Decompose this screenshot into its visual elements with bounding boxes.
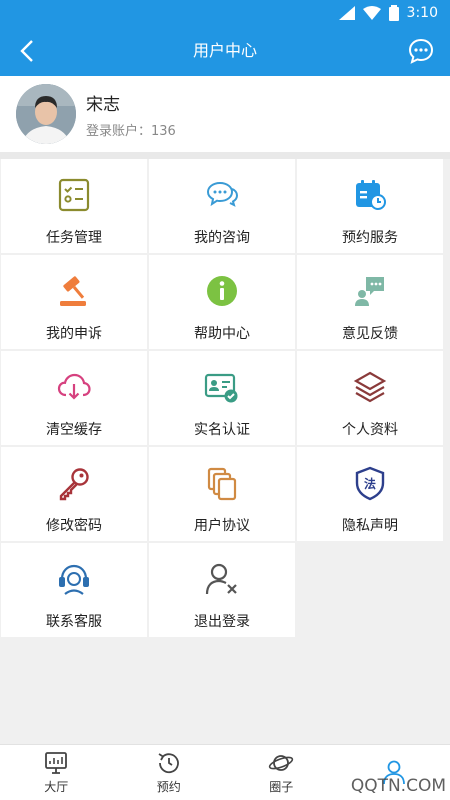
id-card-check-icon	[204, 373, 238, 403]
planet-icon	[269, 755, 294, 771]
user-account: 登录账户：136	[86, 124, 176, 139]
menu-item-privacy-statement[interactable]: 法 隐私声明	[297, 447, 443, 541]
gavel-icon	[60, 276, 86, 306]
menu-item-label: 联系客服	[46, 614, 102, 630]
menu-item-change-password[interactable]: 修改密码	[1, 447, 147, 541]
menu-item-label: 意见反馈	[342, 326, 398, 342]
tab-circle[interactable]: 圈子	[225, 745, 338, 800]
menu-item-label: 清空缓存	[46, 422, 102, 438]
menu-item-feedback[interactable]: 意见反馈	[297, 255, 443, 349]
menu-item-label: 修改密码	[46, 518, 102, 534]
app-bar: 用户中心	[0, 26, 450, 76]
wifi-icon	[362, 6, 381, 20]
status-time: 3:10	[406, 5, 438, 21]
tab-reservation[interactable]: 预约	[113, 745, 226, 800]
battery-icon	[388, 5, 399, 21]
chat-bubble-icon[interactable]	[408, 38, 434, 64]
page-title: 用户中心	[192, 41, 257, 60]
menu-item-label: 隐私声明	[342, 518, 398, 534]
menu-item-contact-service[interactable]: 联系客服	[1, 543, 147, 637]
menu-item-label: 实名认证	[194, 422, 250, 438]
tab-label: 圈子	[269, 780, 294, 794]
menu-item-label: 帮助中心	[194, 326, 250, 342]
tab-hall[interactable]: 大厅	[0, 745, 113, 800]
menu-grid: 任务管理 我的咨询 预约服务 我的申诉 帮助中心 意见反馈 清空缓存 实名认证 …	[0, 159, 450, 637]
menu-item-label: 个人资料	[342, 422, 398, 438]
chat-bubbles-icon	[206, 181, 239, 207]
menu-item-help-center[interactable]: 帮助中心	[149, 255, 295, 349]
task-list-icon	[58, 178, 90, 212]
menu-item-label: 退出登录	[194, 614, 250, 630]
user-name: 宋志	[86, 95, 120, 115]
svg-text:法: 法	[364, 476, 376, 491]
menu-item-label: 我的咨询	[194, 230, 250, 246]
user-logout-icon	[205, 563, 237, 595]
menu-item-label: 用户协议	[194, 518, 250, 534]
menu-item-user-agreement[interactable]: 用户协议	[149, 447, 295, 541]
menu-item-label: 我的申诉	[46, 326, 102, 342]
menu-item-task-management[interactable]: 任务管理	[1, 159, 147, 253]
menu-item-logout[interactable]: 退出登录	[149, 543, 295, 637]
tab-label: 大厅	[44, 780, 69, 794]
menu-item-my-appeal[interactable]: 我的申诉	[1, 255, 147, 349]
watermark: QQTN.COM	[350, 776, 446, 796]
documents-icon	[207, 467, 237, 501]
menu-item-label: 任务管理	[46, 230, 102, 246]
layers-icon	[353, 371, 387, 403]
profile-card[interactable]: 宋志 登录账户：136	[0, 76, 450, 152]
signal-icon	[338, 6, 355, 20]
tab-label: 预约	[156, 780, 181, 794]
calendar-clock-icon	[356, 180, 386, 210]
hall-icon	[45, 752, 68, 774]
divider	[0, 152, 450, 159]
menu-item-real-name-verification[interactable]: 实名认证	[149, 351, 295, 445]
feedback-icon	[355, 277, 384, 306]
menu-item-reservation-service[interactable]: 预约服务	[297, 159, 443, 253]
menu-item-clear-cache[interactable]: 清空缓存	[1, 351, 147, 445]
info-icon	[207, 276, 237, 306]
menu-item-my-consultation[interactable]: 我的咨询	[149, 159, 295, 253]
headset-icon	[59, 564, 89, 595]
avatar[interactable]	[16, 84, 76, 144]
status-bar: 3:10	[0, 0, 450, 26]
law-shield-icon: 法	[355, 466, 385, 501]
cloud-download-icon	[57, 373, 91, 400]
key-icon	[59, 468, 89, 501]
history-clock-icon	[158, 753, 179, 774]
menu-item-personal-info[interactable]: 个人资料	[297, 351, 443, 445]
menu-item-label: 预约服务	[342, 230, 398, 246]
